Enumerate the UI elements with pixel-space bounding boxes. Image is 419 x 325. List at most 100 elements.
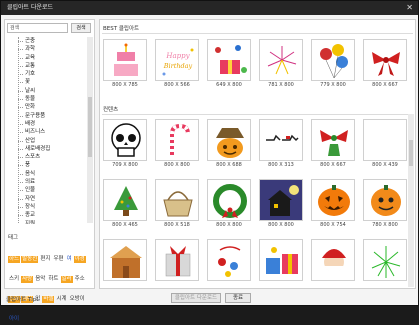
tag-link[interactable]: 바셀 xyxy=(42,296,55,303)
candy-cane-icon[interactable] xyxy=(155,119,199,161)
cake-icon[interactable] xyxy=(103,39,147,81)
haunted-house-icon[interactable] xyxy=(259,179,303,221)
tag-link[interactable]: 우편 xyxy=(52,256,64,263)
tag-link[interactable]: 스키 xyxy=(8,276,20,283)
santa-icon[interactable] xyxy=(311,239,355,281)
tag-link[interactable]: 야경 xyxy=(73,256,86,263)
category-tree: 곤충 과학 교육 교통 기호 꽃 날씨 동물 만화 문구용품 배경 비즈니스 산업 새로배경집 스포츠 풍 음식… xyxy=(6,37,88,224)
tag-link[interactable]: 오방이 xyxy=(69,296,86,303)
christmas-ribbon-icon[interactable] xyxy=(311,119,355,161)
clipart-thumbnail[interactable]: 800 X 465 xyxy=(103,179,147,229)
category-scrollbar[interactable] xyxy=(87,37,93,223)
clipart-thumbnail[interactable] xyxy=(207,239,251,289)
tag-link[interactable]: 주소 xyxy=(74,276,86,283)
search-button[interactable]: 검색 xyxy=(71,23,91,33)
clipart-thumbnail[interactable]: 800 X 800 xyxy=(207,179,251,229)
wreath-icon[interactable] xyxy=(207,179,251,221)
tree-item[interactable]: 교육 xyxy=(6,54,88,62)
tag-link[interactable]: 하트 xyxy=(47,276,59,283)
tag-link[interactable]: 시계 xyxy=(55,296,67,303)
skull-icon[interactable] xyxy=(103,119,147,161)
jack-o-lantern-icon[interactable] xyxy=(311,179,355,221)
balloons-icon[interactable] xyxy=(311,39,355,81)
clipart-thumbnail[interactable]: 800 X 518 xyxy=(155,179,199,229)
tree-item[interactable]: 문구용품 xyxy=(6,112,88,120)
tree-item[interactable]: 과학 xyxy=(6,45,88,53)
clipart-thumbnail[interactable]: 800 X 800 xyxy=(259,179,303,229)
tag-link[interactable]: 사랑 xyxy=(21,276,34,283)
tree-item[interactable]: 자연 xyxy=(6,195,88,203)
tree-item[interactable]: 비즈니스 xyxy=(6,128,88,136)
clipart-thumbnail[interactable]: 800 X 754 xyxy=(311,179,355,229)
tree-item[interactable]: 새로배경집 xyxy=(6,145,88,153)
scroll-thumb[interactable] xyxy=(409,140,413,166)
santa-sleigh-icon[interactable] xyxy=(259,119,303,161)
search-input[interactable]: 검색 xyxy=(7,23,68,33)
tree-item[interactable]: 장식 xyxy=(6,203,88,211)
clipart-thumbnail[interactable] xyxy=(155,239,199,289)
fireworks-icon[interactable] xyxy=(259,39,303,81)
tree-item[interactable]: 음식 xyxy=(6,170,88,178)
presents-icon[interactable] xyxy=(259,239,303,281)
clipart-thumbnail[interactable] xyxy=(103,239,147,289)
tag-link[interactable]: 일러 xyxy=(60,276,73,283)
clipart-thumbnail[interactable]: 709 X 800 xyxy=(103,119,147,169)
gift-box-icon[interactable] xyxy=(207,39,251,81)
tag-link[interactable]: 음악 xyxy=(34,276,46,283)
tag-link[interactable]: 아이 xyxy=(8,316,20,323)
close-icon[interactable]: ✕ xyxy=(406,1,413,15)
clipart-thumbnail[interactable]: 780 X 800 xyxy=(363,179,407,229)
tag-link[interactable]: 하드 xyxy=(8,256,21,263)
tag-link[interactable]: 편지 xyxy=(39,256,51,263)
tree-item[interactable]: 산업 xyxy=(6,137,88,145)
tree-item[interactable]: 지원 xyxy=(6,220,88,224)
clipart-thumbnail[interactable]: 800 X 688 xyxy=(207,119,251,169)
tree-item[interactable]: 풍 xyxy=(6,161,88,169)
tree-item[interactable]: 의료 xyxy=(6,178,88,186)
clipart-panel: BEST 클립아트 800 X 785 Happy Birthday 800 X 56… xyxy=(99,19,416,289)
clipart-thumbnail[interactable] xyxy=(311,239,355,289)
green-fireworks-icon[interactable] xyxy=(363,239,407,281)
clipart-thumbnail[interactable]: Happy Birthday 800 X 566 xyxy=(155,39,199,89)
tree-item[interactable]: 인물 xyxy=(6,186,88,194)
scroll-thumb[interactable] xyxy=(88,97,92,157)
close-button[interactable]: 종료 xyxy=(225,293,251,303)
clipart-thumbnail[interactable]: 649 X 800 xyxy=(207,39,251,89)
window-title: 클립아트 다운로드 xyxy=(7,4,54,11)
blank-icon[interactable] xyxy=(363,119,407,161)
tree-item[interactable]: 스포츠 xyxy=(6,153,88,161)
clipart-thumbnail[interactable] xyxy=(259,239,303,289)
clipart-tip-label[interactable]: 클립아트 Tip! xyxy=(6,295,38,303)
clipart-thumbnail[interactable] xyxy=(363,239,407,289)
tree-item[interactable]: 곤충 xyxy=(6,37,88,45)
tag-link[interactable]: 여 xyxy=(66,256,73,263)
tree-item[interactable]: 동물 xyxy=(6,95,88,103)
tree-item[interactable]: 종교 xyxy=(6,211,88,219)
clipart-thumbnail[interactable]: 800 X 439 xyxy=(363,119,407,169)
tag-link[interactable]: 발동선 xyxy=(21,256,39,263)
clipart-thumbnail[interactable]: 800 X 667 xyxy=(311,119,355,169)
red-ribbon-icon[interactable] xyxy=(363,39,407,81)
clipart-thumbnail[interactable]: 800 X 785 xyxy=(103,39,147,89)
happy-birthday-icon[interactable]: Happy Birthday xyxy=(155,39,199,81)
ornament-icon[interactable] xyxy=(207,239,251,281)
tree-item[interactable]: 배경 xyxy=(6,120,88,128)
clipart-thumbnail[interactable]: 800 X 313 xyxy=(259,119,303,169)
pumpkin-icon[interactable] xyxy=(363,179,407,221)
scarecrow-pumpkin-icon[interactable] xyxy=(207,119,251,161)
tree-item[interactable]: 기호 xyxy=(6,70,88,78)
tree-item[interactable]: 만화 xyxy=(6,103,88,111)
clipart-thumbnail[interactable]: 779 X 800 xyxy=(311,39,355,89)
clipart-thumbnail[interactable]: 781 X 800 xyxy=(259,39,303,89)
download-button[interactable]: 클립아트 다운로드 xyxy=(171,293,221,303)
present-icon[interactable] xyxy=(155,239,199,281)
contents-scrollbar[interactable] xyxy=(408,114,414,287)
tree-item[interactable]: 꽃 xyxy=(6,78,88,86)
basket-icon[interactable] xyxy=(155,179,199,221)
clipart-thumbnail[interactable]: 800 X 667 xyxy=(363,39,407,89)
tree-item[interactable]: 날씨 xyxy=(6,87,88,95)
gingerbread-icon[interactable] xyxy=(103,239,147,281)
christmas-tree-icon[interactable] xyxy=(103,179,147,221)
tree-item[interactable]: 교통 xyxy=(6,62,88,70)
clipart-thumbnail[interactable]: 800 X 800 xyxy=(155,119,199,169)
